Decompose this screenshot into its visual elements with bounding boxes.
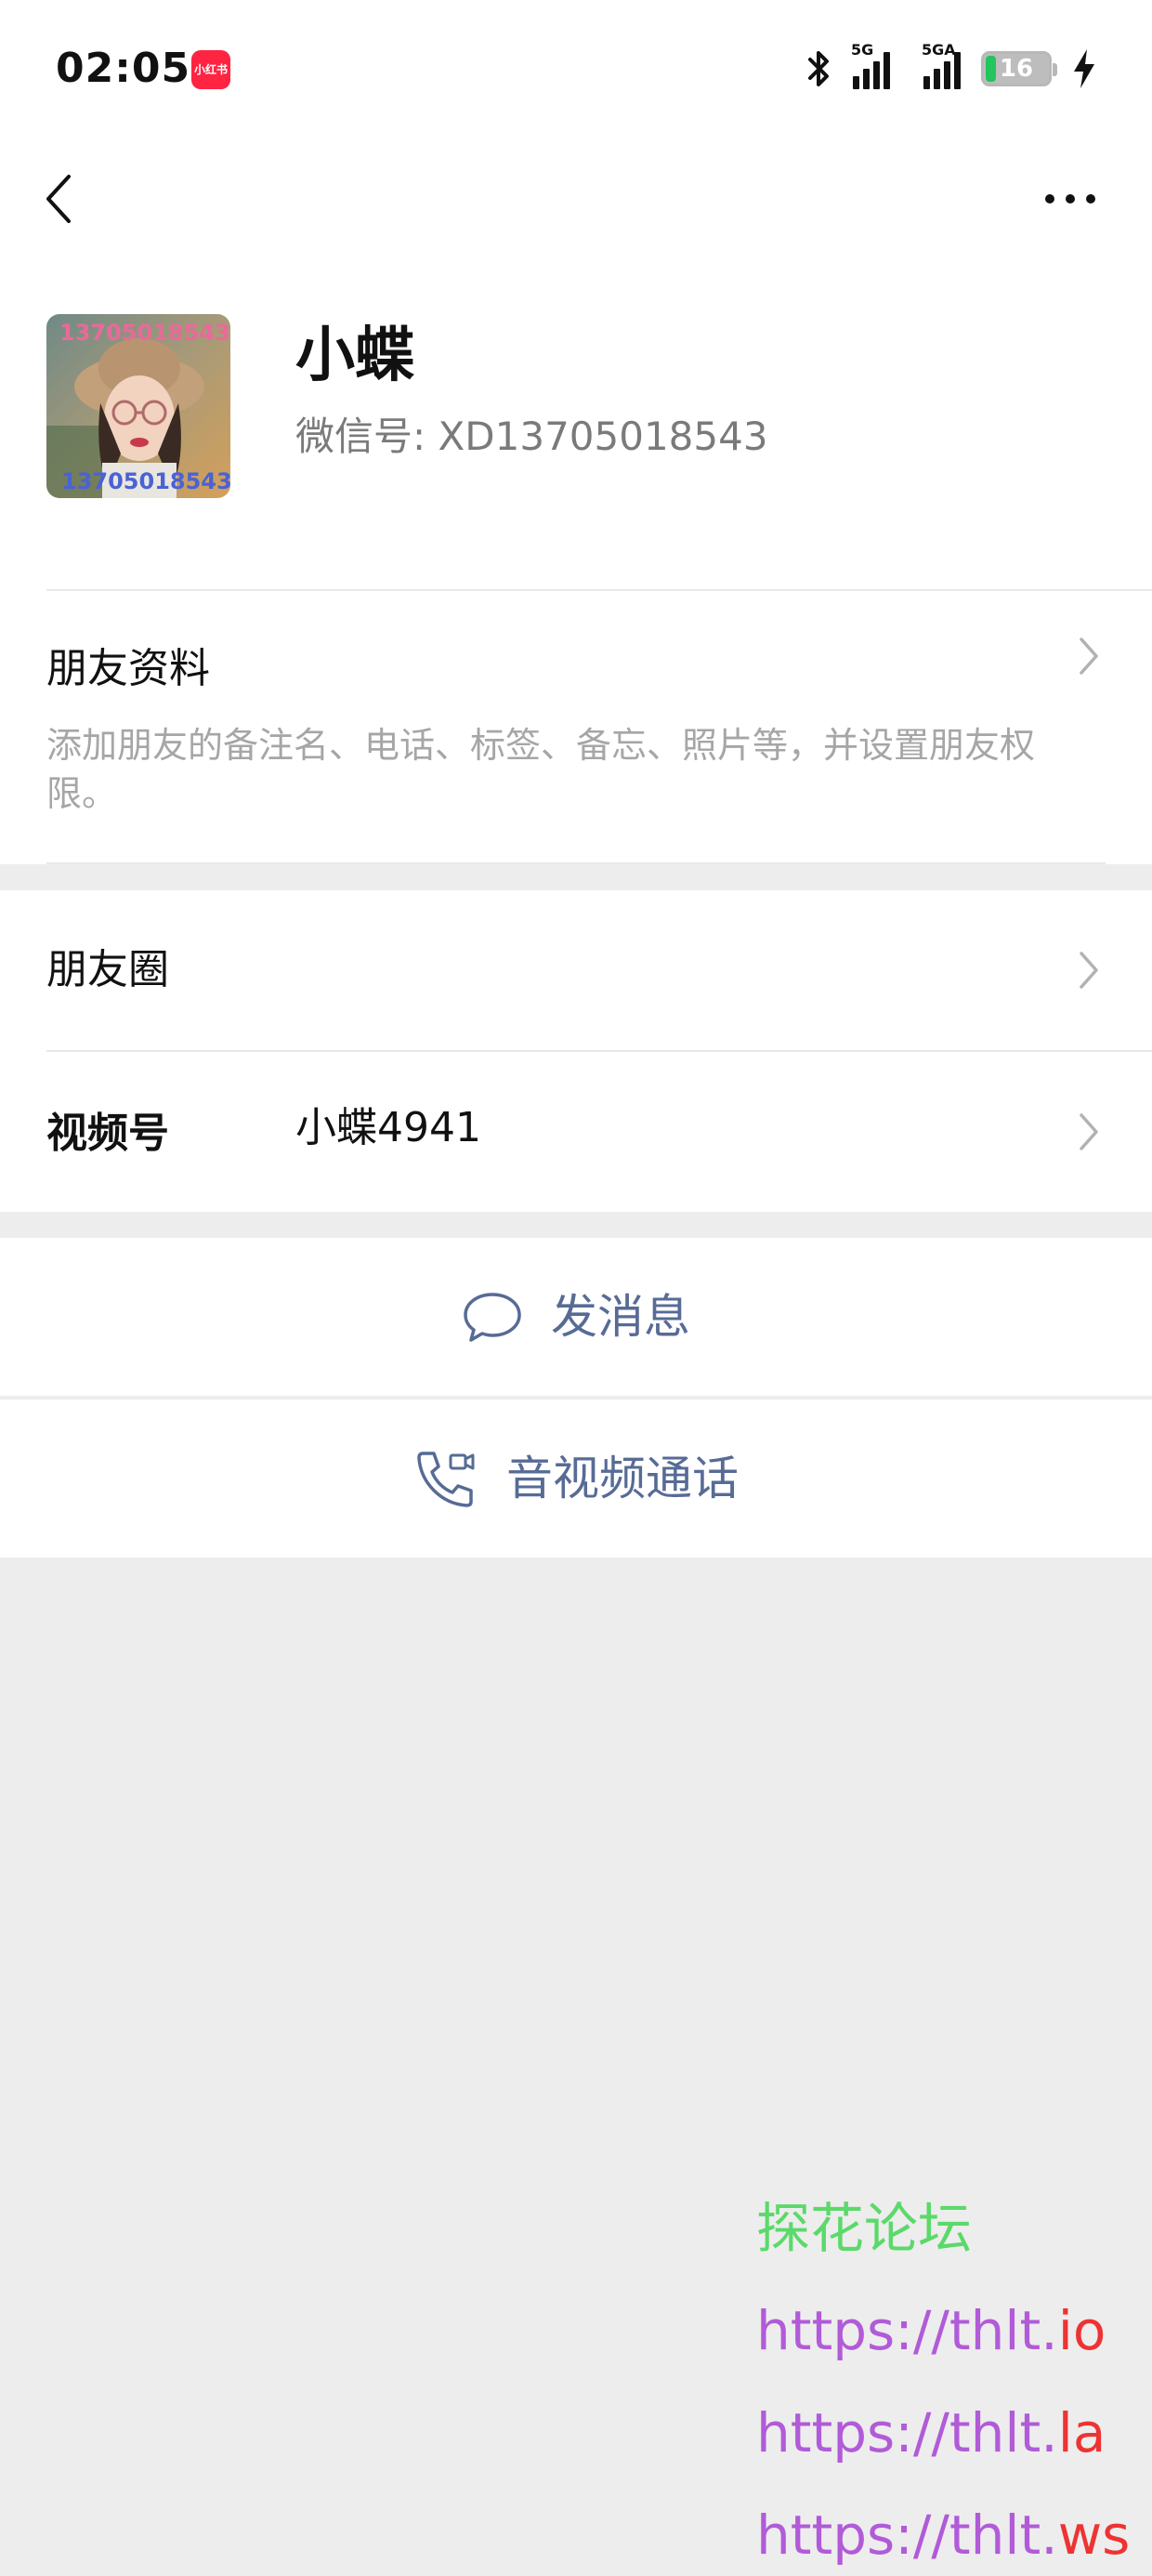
moments-row[interactable]: 朋友圈 [0, 890, 1152, 1050]
avatar-watermark-top: 13705018543 [59, 320, 230, 346]
back-chevron-left-icon[interactable] [41, 171, 74, 227]
status-time: 02:05 [56, 45, 191, 92]
divider [46, 862, 1106, 864]
signal-5g-icon: 5G [851, 41, 890, 89]
battery-icon: 16 [981, 51, 1057, 86]
charging-bolt-icon [1074, 49, 1094, 88]
watermark-url-3: https://thlt.ws [756, 2504, 1131, 2567]
xiaohongshu-app-icon: 小红书 [191, 50, 230, 89]
friend-info-desc: 添加朋友的备注名、电话、标签、备忘、照片等，并设置朋友权限。 [46, 725, 1036, 814]
avatar-watermark-bottom: 13705018543 [61, 468, 230, 494]
chat-bubble-icon [464, 1293, 521, 1342]
more-dots-icon[interactable] [1042, 188, 1098, 210]
watermark-url-2: https://thlt.la [756, 2401, 1106, 2464]
status-bar: 02:05 小红书 5G 5GA 16 [0, 0, 1152, 130]
status-icons: 5G 5GA 16 [805, 41, 1096, 95]
divider [46, 589, 1152, 591]
friend-info-title: 朋友资料 [46, 645, 210, 692]
wechat-id-value: XD13705018543 [438, 414, 768, 459]
voice-video-call-button[interactable]: 音视频通话 [0, 1400, 1152, 1557]
friend-info-row[interactable]: 朋友资料 添加朋友的备注名、电话、标签、备忘、照片等，并设置朋友权限。 [0, 589, 1152, 864]
phone-video-icon [417, 1452, 475, 1507]
chevron-right-icon [1080, 952, 1098, 989]
profile-card: 13705018543 13705018543 小蝶 微信号: XD137050… [0, 269, 1152, 589]
chevron-right-icon [1080, 1113, 1098, 1150]
send-message-button[interactable]: 发消息 [0, 1238, 1152, 1396]
nav-bar [0, 130, 1152, 269]
moments-title: 朋友圈 [46, 946, 169, 993]
send-message-label: 发消息 [551, 1290, 690, 1344]
moments-channels-section: 朋友圈 视频号 小蝶4941 [0, 890, 1152, 1212]
channels-title: 视频号 [46, 1110, 169, 1157]
watermark-url-1: https://thlt.io [756, 2299, 1106, 2362]
chevron-right-icon [1080, 637, 1098, 675]
wechat-id: 微信号: XD13705018543 [295, 409, 768, 465]
voice-video-call-label: 音视频通话 [506, 1452, 739, 1505]
contact-name: 小蝶 [295, 322, 414, 390]
channels-row[interactable]: 视频号 小蝶4941 [0, 1052, 1152, 1212]
bluetooth-icon [808, 51, 829, 86]
channels-value: 小蝶4941 [295, 1104, 481, 1151]
signal-5ga-icon: 5GA [922, 41, 961, 89]
avatar[interactable]: 13705018543 13705018543 [46, 314, 230, 498]
watermark-title: 探花论坛 [756, 2197, 973, 2260]
wechat-id-label: 微信号: [295, 414, 439, 459]
